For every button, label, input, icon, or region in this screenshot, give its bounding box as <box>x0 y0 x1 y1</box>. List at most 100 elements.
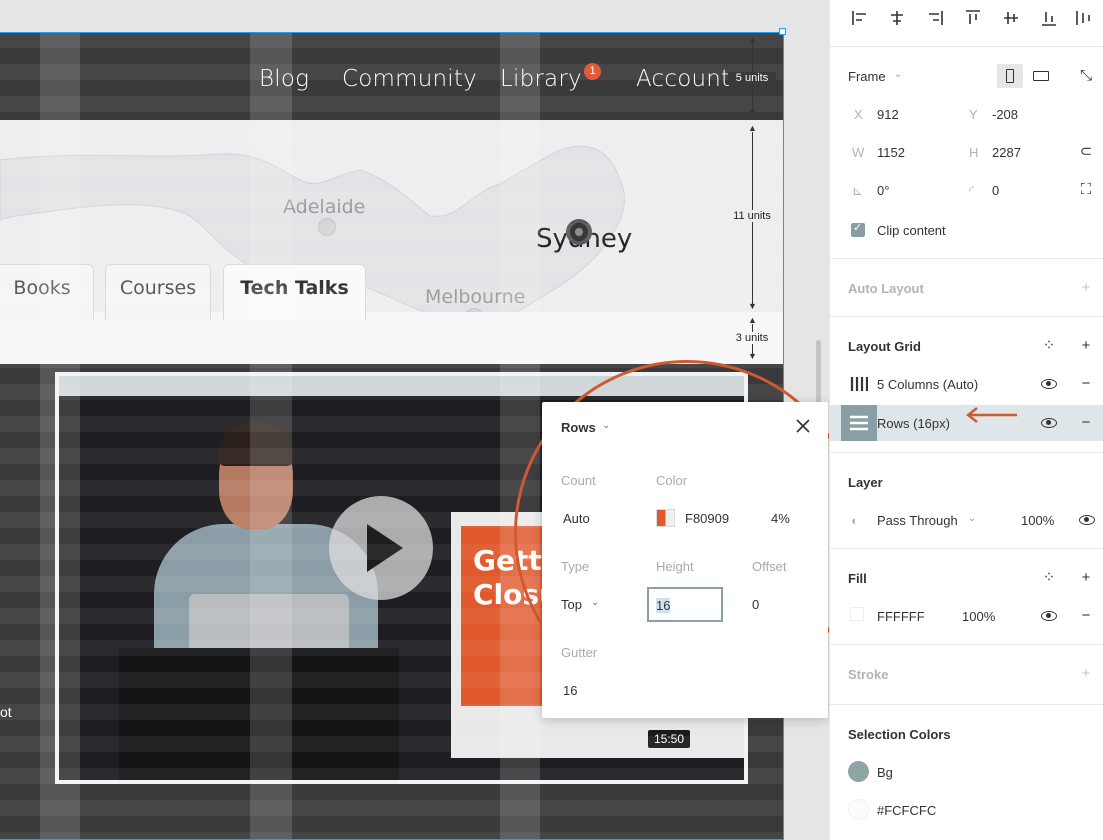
eye-icon[interactable] <box>1079 515 1095 525</box>
chevron-down-icon[interactable]: ⌄ <box>894 69 902 80</box>
measure-arrow-down-icon: ▼ <box>748 107 757 117</box>
eye-icon[interactable] <box>1041 611 1057 621</box>
chevron-down-icon[interactable]: ⌄ <box>968 513 976 524</box>
gutter-value[interactable]: 16 <box>563 683 577 698</box>
height-input[interactable]: 16 <box>647 587 723 622</box>
portrait-toggle[interactable] <box>997 64 1023 88</box>
remove-icon[interactable]: − <box>1077 607 1095 625</box>
selection-colors-section: Selection Colors Bg #FCFCFC <box>830 704 1103 840</box>
auto-layout-section: Auto Layout + <box>830 258 1103 316</box>
nav-link-community[interactable]: Community <box>342 66 477 92</box>
layout-grid-heading: Layout Grid <box>848 339 921 354</box>
color-opacity[interactable]: 4% <box>771 511 790 526</box>
y-input[interactable]: -208 <box>992 107 1018 122</box>
arrow-left-icon <box>966 407 1017 423</box>
distribute-icon[interactable] <box>1074 8 1094 28</box>
align-right-icon[interactable] <box>925 8 945 28</box>
height-label: Height <box>656 559 694 574</box>
corner-radius-input[interactable]: 0 <box>992 183 999 198</box>
align-left-icon[interactable] <box>850 8 870 28</box>
selection-colors-heading: Selection Colors <box>848 727 951 742</box>
fill-styles-icon[interactable]: ⁘ <box>1040 569 1058 587</box>
fcfcfc-color-swatch[interactable] <box>848 799 869 820</box>
design-canvas[interactable]: Blog Community Library 1 Account Adelaid… <box>0 0 829 840</box>
x-input[interactable]: 912 <box>877 107 899 122</box>
color-label: Color <box>656 473 688 488</box>
city-marker-adelaide[interactable] <box>318 218 336 236</box>
chevron-down-icon[interactable]: ⌄ <box>591 597 599 608</box>
color-swatch[interactable] <box>656 509 675 527</box>
popover-title[interactable]: Rows <box>561 420 596 435</box>
add-auto-layout-icon[interactable]: + <box>1077 279 1095 297</box>
w-input[interactable]: 1152 <box>877 145 905 160</box>
rotation-icon: ⊾ <box>852 183 863 198</box>
layer-opacity-input[interactable]: 100% <box>1021 513 1054 528</box>
color-hex[interactable]: F80909 <box>685 511 729 526</box>
fill-section: Fill ⁘ + FFFFFF 100% − <box>830 548 1103 644</box>
layout-grid-item-rows[interactable]: Rows (16px) − <box>830 405 1103 441</box>
chevron-down-icon[interactable]: ⌄ <box>602 420 610 431</box>
grid-styles-icon[interactable]: ⁘ <box>1040 337 1058 355</box>
blend-mode-select[interactable]: Pass Through <box>877 513 958 528</box>
check-icon: ✓ <box>853 222 863 234</box>
add-layout-grid-icon[interactable]: + <box>1077 337 1095 355</box>
constrain-proportions-icon[interactable]: ⊂ <box>1077 143 1095 161</box>
independent-corners-icon[interactable]: ⛶ <box>1077 181 1095 199</box>
landscape-icon[interactable] <box>1033 71 1049 81</box>
fill-color-swatch[interactable] <box>850 607 864 621</box>
city-label-adelaide: Adelaide <box>283 196 366 218</box>
align-bottom-icon[interactable] <box>1039 8 1059 28</box>
y-label: Y <box>969 107 978 122</box>
podium-image <box>119 648 399 780</box>
type-select[interactable]: Top <box>561 597 582 612</box>
clip-content-checkbox[interactable]: ✓ <box>851 222 865 237</box>
measure-arrow-down-icon: ▼ <box>748 351 757 361</box>
layout-grid-item-label: 5 Columns (Auto) <box>877 377 979 392</box>
city-label-melbourne: Melbourne <box>425 286 526 308</box>
fill-hex-input[interactable]: FFFFFF <box>877 609 925 624</box>
align-horizontal-center-icon[interactable] <box>887 8 907 28</box>
bg-color-swatch[interactable] <box>848 761 869 782</box>
play-button-icon[interactable] <box>329 496 433 600</box>
tab-books[interactable]: Books <box>0 264 94 320</box>
nav-link-blog[interactable]: Blog <box>259 66 309 92</box>
cropped-text-fragment: ot <box>0 704 12 720</box>
align-vertical-center-icon[interactable] <box>1001 8 1021 28</box>
frame-type-select[interactable]: Frame <box>848 69 886 84</box>
layout-grid-item-columns[interactable]: 5 Columns (Auto) − <box>830 367 1103 401</box>
city-marker-sydney[interactable] <box>566 219 592 245</box>
align-top-icon[interactable] <box>963 8 983 28</box>
site-nav-bar: Blog Community Library 1 Account <box>0 32 784 120</box>
remove-icon[interactable]: − <box>1077 375 1095 393</box>
grid-settings-popover: Rows ⌄ Count Color Auto F80909 4% Type H… <box>542 402 828 718</box>
remove-icon[interactable]: − <box>1077 414 1095 432</box>
count-value[interactable]: Auto <box>563 511 590 526</box>
fill-opacity-input[interactable]: 100% <box>962 609 995 624</box>
nav-link-library[interactable]: Library <box>500 66 582 92</box>
video-duration-label: 15:50 <box>648 730 691 748</box>
stroke-heading: Stroke <box>848 667 889 682</box>
h-input[interactable]: 2287 <box>992 145 1021 160</box>
eye-icon[interactable] <box>1041 379 1057 389</box>
selection-color-name[interactable]: Bg <box>877 765 893 780</box>
tab-courses[interactable]: Courses <box>105 264 211 320</box>
resize-to-fit-icon[interactable]: ⤡ <box>1077 67 1095 85</box>
clip-content-label: Clip content <box>877 223 946 238</box>
close-icon[interactable] <box>796 419 810 433</box>
tab-tech-talks[interactable]: Tech Talks <box>223 264 366 320</box>
layout-grid-item-label: Rows (16px) <box>877 416 950 431</box>
resize-handle[interactable] <box>779 28 786 35</box>
library-notification-badge: 1 <box>584 63 601 80</box>
columns-grid-icon[interactable] <box>850 376 868 392</box>
fill-heading: Fill <box>848 571 867 586</box>
rotation-input[interactable]: 0° <box>877 183 889 198</box>
layer-heading: Layer <box>848 475 883 490</box>
selection-color-hex[interactable]: #FCFCFC <box>877 803 936 818</box>
portrait-icon <box>1006 69 1014 83</box>
rows-grid-icon[interactable] <box>841 405 877 441</box>
add-fill-icon[interactable]: + <box>1077 569 1095 587</box>
offset-value[interactable]: 0 <box>752 597 759 612</box>
nav-link-account[interactable]: Account <box>636 66 730 92</box>
eye-icon[interactable] <box>1041 418 1057 428</box>
add-stroke-icon[interactable]: + <box>1077 665 1095 683</box>
